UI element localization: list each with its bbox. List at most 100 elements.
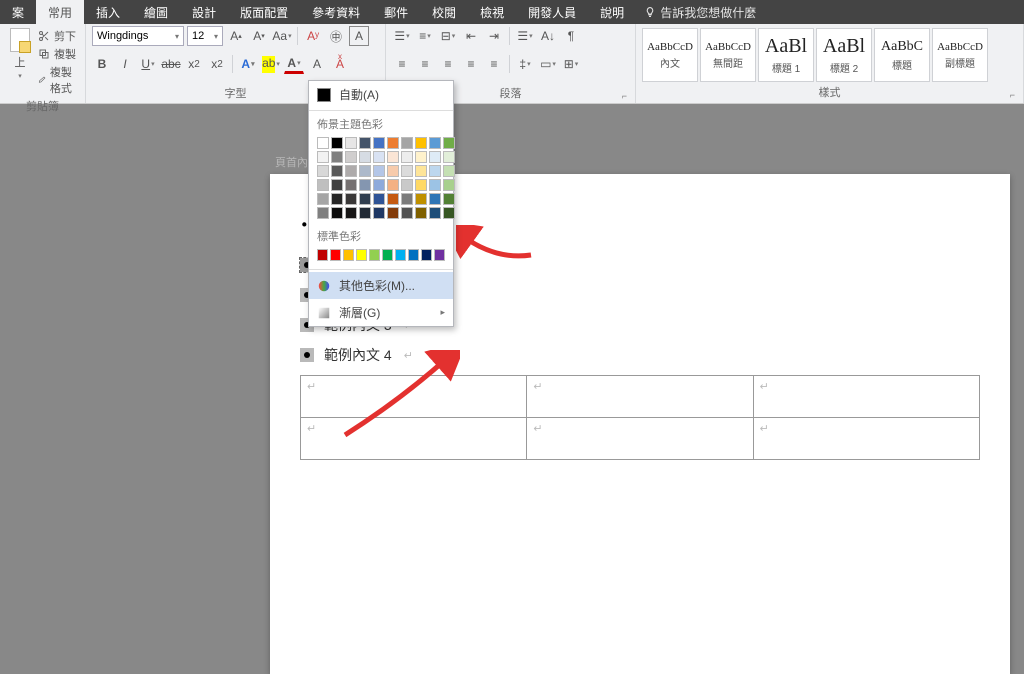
font-color-button[interactable]: A▾ [284, 54, 304, 74]
color-swatch[interactable] [331, 179, 343, 191]
phonetic-guide-button[interactable]: Aʸ [303, 26, 323, 46]
color-swatch[interactable] [373, 165, 385, 177]
color-swatch[interactable] [434, 249, 445, 261]
tab-developer[interactable]: 開發人員 [516, 0, 588, 25]
color-swatch[interactable] [345, 193, 357, 205]
style-item[interactable]: AaBbCcD副標題 [932, 28, 988, 82]
theme-color-grid[interactable] [309, 135, 453, 225]
color-swatch[interactable] [330, 249, 341, 261]
color-swatch[interactable] [359, 179, 371, 191]
color-swatch[interactable] [408, 249, 419, 261]
color-swatch[interactable] [387, 179, 399, 191]
tab-draw[interactable]: 繪圖 [132, 0, 180, 25]
tab-view[interactable]: 檢視 [468, 0, 516, 25]
line-spacing-button[interactable]: ‡▾ [515, 54, 535, 74]
tab-file[interactable]: 案 [0, 0, 36, 25]
style-item[interactable]: AaBbCcD無間距 [700, 28, 756, 82]
color-swatch[interactable] [401, 137, 413, 149]
tell-me-search[interactable]: 告訴我您想做什麼 [644, 4, 756, 21]
standard-color-row[interactable] [309, 247, 453, 267]
color-swatch[interactable] [345, 165, 357, 177]
color-swatch[interactable] [429, 137, 441, 149]
color-swatch[interactable] [382, 249, 393, 261]
color-swatch[interactable] [401, 165, 413, 177]
multilevel-button[interactable]: ⊟▾ [438, 26, 458, 46]
tab-home[interactable]: 常用 [36, 0, 84, 25]
color-auto-item[interactable]: 自動(A) [309, 81, 453, 108]
increase-indent-button[interactable]: ⇥ [484, 26, 504, 46]
clipboard-launcher[interactable]: ⌐ [72, 104, 77, 114]
sort-button[interactable]: A↓ [538, 26, 558, 46]
tab-layout[interactable]: 版面配置 [228, 0, 300, 25]
borders-button[interactable]: ⊞▾ [561, 54, 581, 74]
show-marks-button[interactable]: ¶ [561, 26, 581, 46]
color-swatch[interactable] [401, 193, 413, 205]
color-swatch[interactable] [345, 137, 357, 149]
color-swatch[interactable] [429, 207, 441, 219]
char-shading-button[interactable]: A [307, 54, 327, 74]
color-swatch[interactable] [443, 179, 455, 191]
tab-review[interactable]: 校閱 [420, 0, 468, 25]
color-swatch[interactable] [387, 165, 399, 177]
tab-design[interactable]: 設計 [180, 0, 228, 25]
color-swatch[interactable] [429, 151, 441, 163]
table-cell[interactable]: ↵ [301, 376, 527, 418]
color-swatch[interactable] [359, 137, 371, 149]
color-swatch[interactable] [429, 193, 441, 205]
copy-button[interactable]: 複製 [38, 46, 79, 62]
color-swatch[interactable] [387, 207, 399, 219]
table-cell[interactable]: ↵ [753, 418, 979, 460]
color-swatch[interactable] [443, 137, 455, 149]
bullets-button[interactable]: ☰▾ [392, 26, 412, 46]
color-swatch[interactable] [317, 151, 329, 163]
color-swatch[interactable] [345, 179, 357, 191]
table-cell[interactable]: ↵ [527, 418, 753, 460]
color-swatch[interactable] [373, 137, 385, 149]
color-swatch[interactable] [415, 193, 427, 205]
char-border-button[interactable]: A [349, 26, 369, 46]
color-swatch[interactable] [369, 249, 380, 261]
color-swatch[interactable] [359, 207, 371, 219]
color-swatch[interactable] [331, 207, 343, 219]
bullet-line[interactable]: 範例內文 4↵ [300, 345, 980, 365]
color-swatch[interactable] [345, 151, 357, 163]
color-swatch[interactable] [373, 207, 385, 219]
decrease-indent-button[interactable]: ⇤ [461, 26, 481, 46]
color-swatch[interactable] [401, 207, 413, 219]
color-swatch[interactable] [443, 193, 455, 205]
grow-font-button[interactable]: A▴ [226, 26, 246, 46]
color-swatch[interactable] [415, 151, 427, 163]
subscript-button[interactable]: x2 [184, 54, 204, 74]
paragraph-launcher[interactable]: ⌐ [622, 91, 627, 101]
superscript-button[interactable]: x2 [207, 54, 227, 74]
color-swatch[interactable] [373, 151, 385, 163]
color-swatch[interactable] [317, 179, 329, 191]
style-item[interactable]: AaBl標題 1 [758, 28, 814, 82]
color-swatch[interactable] [395, 249, 406, 261]
table-cell[interactable]: ↵ [301, 418, 527, 460]
font-name-combo[interactable]: Wingdings▾ [92, 26, 184, 46]
styles-gallery[interactable]: AaBbCcD內文AaBbCcD無間距AaBl標題 1AaBl標題 2AaBbC… [642, 26, 1017, 82]
shrink-font-button[interactable]: A▾ [249, 26, 269, 46]
cut-button[interactable]: 剪下 [38, 28, 79, 44]
table-cell[interactable]: ↵ [753, 376, 979, 418]
justify-button[interactable]: ≡ [461, 54, 481, 74]
color-swatch[interactable] [415, 165, 427, 177]
color-swatch[interactable] [317, 193, 329, 205]
ltr-button[interactable]: ☰▾ [515, 26, 535, 46]
align-left-button[interactable]: ≡ [392, 54, 412, 74]
color-swatch[interactable] [443, 165, 455, 177]
color-swatch[interactable] [421, 249, 432, 261]
tab-references[interactable]: 參考資料 [300, 0, 372, 25]
bold-button[interactable]: B [92, 54, 112, 74]
tab-help[interactable]: 說明 [588, 0, 636, 25]
color-swatch[interactable] [415, 137, 427, 149]
shading-button[interactable]: ▭▾ [538, 54, 558, 74]
table-cell[interactable]: ↵ [527, 376, 753, 418]
color-swatch[interactable] [443, 151, 455, 163]
color-swatch[interactable] [387, 151, 399, 163]
style-item[interactable]: AaBbCcD內文 [642, 28, 698, 82]
color-swatch[interactable] [429, 179, 441, 191]
color-swatch[interactable] [345, 207, 357, 219]
color-swatch[interactable] [387, 137, 399, 149]
